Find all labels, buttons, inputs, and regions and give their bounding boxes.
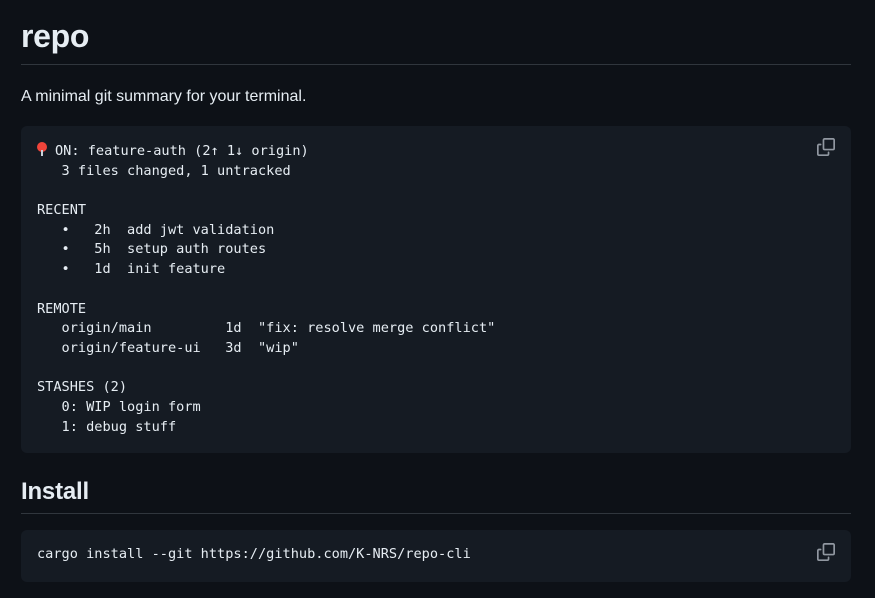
copy-summary-button[interactable]	[817, 138, 835, 156]
copy-install-button[interactable]	[817, 543, 835, 561]
copy-icon	[817, 138, 835, 156]
recent-item: • 1d init feature	[37, 261, 226, 278]
page-title: repo	[21, 18, 90, 54]
readme-page: repo A minimal git summary for your term…	[0, 0, 875, 598]
summary-code: ON: feature-auth (2↑ 1↓ origin) 3 files …	[37, 142, 835, 437]
status-line: ON: feature-auth (2↑ 1↓ origin)	[37, 142, 835, 162]
stash-item: 1: debug stuff	[37, 418, 177, 435]
copy-icon	[817, 543, 835, 561]
title-divider	[21, 64, 851, 65]
remote-item: origin/feature-ui 3d "wip"	[37, 339, 299, 356]
changes-line: 3 files changed, 1 untracked	[37, 162, 291, 179]
remote-item: origin/main 1d "fix: resolve merge confl…	[37, 320, 496, 337]
stash-item: 0: WIP login form	[37, 398, 201, 415]
stashes-header: STASHES (2)	[37, 379, 128, 396]
install-command: cargo install --git https://github.com/K…	[37, 546, 471, 562]
remote-header: REMOTE	[37, 300, 87, 317]
description: A minimal git summary for your terminal.	[21, 88, 307, 105]
round-pushpin-icon	[37, 142, 47, 156]
summary-code-block: ON: feature-auth (2↑ 1↓ origin) 3 files …	[21, 126, 851, 453]
recent-header: RECENT	[37, 202, 87, 219]
recent-item: • 5h setup auth routes	[37, 241, 267, 258]
recent-item: • 2h add jwt validation	[37, 221, 275, 238]
install-code-block: cargo install --git https://github.com/K…	[21, 530, 851, 582]
status-text: ON: feature-auth (2↑ 1↓ origin)	[55, 143, 309, 159]
install-divider	[21, 513, 851, 514]
install-heading: Install	[21, 478, 89, 505]
